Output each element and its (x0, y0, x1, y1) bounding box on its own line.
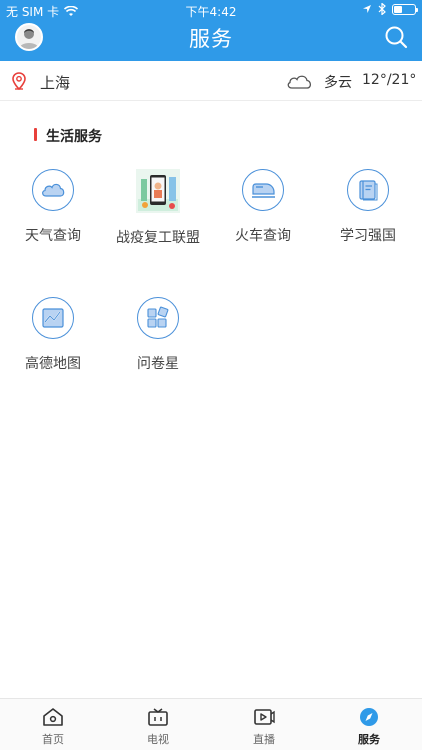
service-label: 高德地图 (25, 356, 81, 372)
tab-label: 首页 (42, 733, 64, 746)
service-label: 问卷星 (137, 356, 179, 372)
service-label: 学习强国 (340, 228, 396, 244)
tab-label: 服务 (358, 733, 380, 746)
tab-tv[interactable]: 电视 (128, 707, 188, 747)
location-arrow-icon (363, 5, 371, 13)
section-accent-bar (34, 128, 37, 141)
alliance-image (136, 169, 180, 213)
book-icon (347, 169, 389, 211)
tab-live[interactable]: 直播 (234, 707, 294, 747)
app-header: 无 SIM 卡 下午4:42 服务 (0, 0, 422, 61)
status-time: 下午4:42 (185, 5, 237, 19)
service-label: 天气查询 (25, 228, 81, 244)
service-survey[interactable]: 问卷星 (108, 297, 208, 373)
search-icon[interactable] (384, 25, 408, 49)
weather-condition: 多云 (324, 75, 352, 91)
nav-bar: 服务 (0, 20, 422, 61)
service-alliance[interactable]: 战疫复工联盟 (108, 169, 208, 247)
live-icon (254, 709, 275, 725)
service-label: 火车查询 (235, 228, 291, 244)
tab-label: 电视 (147, 733, 169, 746)
section-title: 生活服务 (46, 129, 102, 145)
bluetooth-icon (378, 3, 386, 15)
service-xuexi[interactable]: 学习强国 (318, 169, 418, 245)
service-amap[interactable]: 高德地图 (3, 297, 103, 373)
tab-label: 直播 (253, 733, 275, 746)
status-right (362, 3, 418, 15)
survey-icon (137, 297, 179, 339)
compass-icon (360, 708, 378, 726)
cloud-icon (287, 75, 312, 89)
battery-icon (392, 3, 418, 15)
service-weather[interactable]: 天气查询 (3, 169, 103, 245)
service-label: 战疫复工联盟 (116, 230, 200, 246)
status-bar: 无 SIM 卡 下午4:42 (0, 0, 422, 20)
temperature-range: 12°/21° (362, 72, 417, 88)
service-train[interactable]: 火车查询 (213, 169, 313, 245)
tab-bar: 首页 电视 直播 服务 (0, 698, 422, 750)
train-icon (242, 169, 284, 211)
page-title: 服务 (189, 27, 233, 51)
city-label[interactable]: 上海 (40, 72, 70, 93)
home-icon (43, 708, 63, 726)
map-icon (32, 297, 74, 339)
tv-icon (148, 708, 168, 726)
cloud-icon (32, 169, 74, 211)
location-weather-row: 上海 多云 12°/21° (0, 61, 422, 101)
tab-services[interactable]: 服务 (339, 707, 399, 747)
tab-home[interactable]: 首页 (23, 707, 83, 747)
location-pin-icon[interactable] (12, 72, 26, 90)
